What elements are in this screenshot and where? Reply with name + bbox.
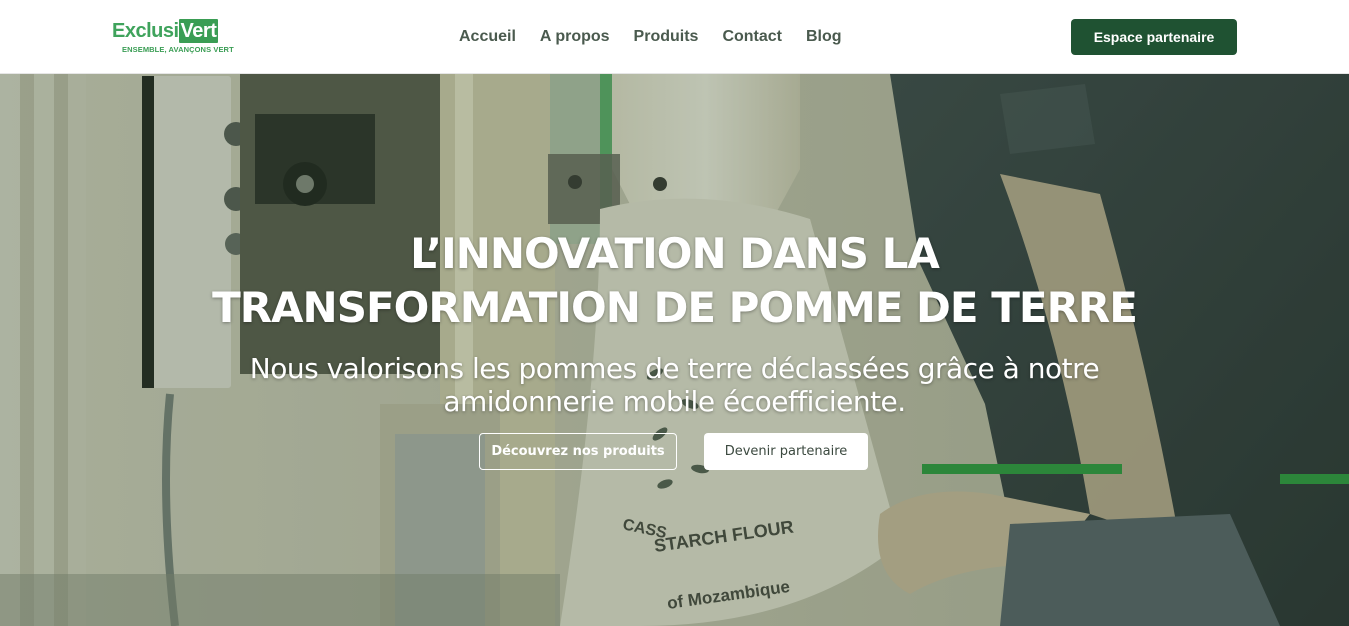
nav-link-contact[interactable]: Contact xyxy=(722,27,782,47)
hero-title-line1: L’INNOVATION DANS LA xyxy=(410,229,940,278)
logo-wordmark: Exclusi Vert xyxy=(112,19,232,43)
hero-subtitle: Nous valorisons les pommes de terre décl… xyxy=(0,352,1349,418)
hero-title-line2: TRANSFORMATION DE POMME DE TERRE xyxy=(212,283,1138,332)
logo-text-part1: Exclusi xyxy=(112,20,179,42)
hero-section: CASS STARCH FLOUR of Mozambique L’INNOVA… xyxy=(0,74,1349,626)
nav-link-a-propos[interactable]: A propos xyxy=(540,27,610,47)
nav-link-accueil[interactable]: Accueil xyxy=(459,27,516,47)
exclusivert-logo[interactable]: Exclusi Vert ENSEMBLE, AVANÇONS VERT xyxy=(112,19,234,59)
hero-subtitle-line1: Nous valorisons les pommes de terre décl… xyxy=(249,352,1100,385)
discover-products-button[interactable]: Découvrez nos produits xyxy=(479,433,677,470)
espace-partenaire-button[interactable]: Espace partenaire xyxy=(1071,19,1237,55)
nav-link-blog[interactable]: Blog xyxy=(806,27,842,47)
hero-subtitle-line2: amidonnerie mobile écoefficiente. xyxy=(443,385,906,418)
logo-tagline: ENSEMBLE, AVANÇONS VERT xyxy=(122,45,234,54)
become-partner-button[interactable]: Devenir partenaire xyxy=(704,433,868,470)
hero-title: L’INNOVATION DANS LA TRANSFORMATION DE P… xyxy=(0,227,1349,335)
site-header: Exclusi Vert ENSEMBLE, AVANÇONS VERT Accu… xyxy=(0,0,1349,74)
nav-link-produits[interactable]: Produits xyxy=(634,27,699,47)
logo-text-part2: Vert xyxy=(178,19,219,43)
hero-overlay xyxy=(0,74,1349,626)
main-nav: Accueil A propos Produits Contact Blog xyxy=(459,27,842,47)
